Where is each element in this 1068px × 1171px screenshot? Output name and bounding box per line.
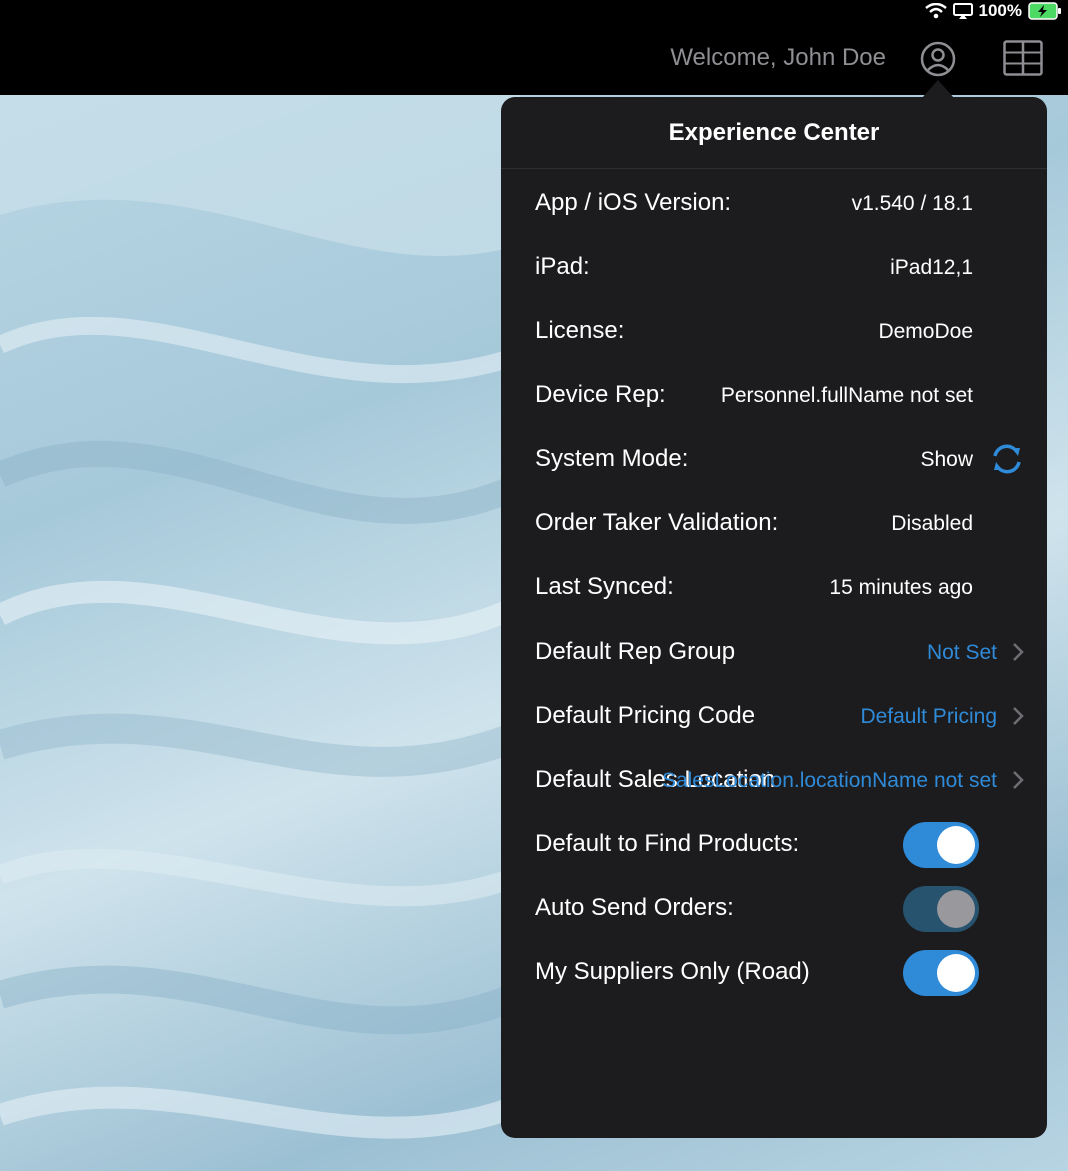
row-value: Disabled: [891, 512, 973, 535]
grid-layout-icon[interactable]: [1003, 40, 1043, 76]
row-value: 15 minutes ago: [829, 576, 973, 599]
row-label: Auto Send Orders:: [535, 894, 734, 921]
row-value[interactable]: Default Pricing: [860, 705, 997, 729]
row-label: Order Taker Validation:: [535, 509, 779, 536]
status-bar: 100%: [0, 0, 1068, 22]
experience-center-popover: Experience Center App / iOS Version: v1.…: [501, 97, 1047, 1138]
row-value: Personnel.fullName not set: [720, 384, 973, 407]
battery-charging-icon: [1028, 2, 1061, 20]
default-find-products-toggle[interactable]: [903, 822, 979, 868]
row-label: iPad:: [535, 253, 590, 280]
default-sales-location-row[interactable]: Default Sales Location SalesLocation.loc…: [535, 760, 1025, 800]
last-synced-row: Last Synced: 15 minutes ago: [535, 567, 1025, 607]
my-suppliers-only-row: My Suppliers Only (Road): [535, 950, 1025, 996]
app-version-row: App / iOS Version: v1.540 / 18.1: [535, 183, 1025, 223]
popover-title: Experience Center: [501, 97, 1047, 169]
row-value: Show: [920, 448, 973, 471]
row-label: System Mode:: [535, 445, 689, 472]
toggle-knob: [937, 826, 975, 864]
battery-percent: 100%: [978, 1, 1022, 20]
toggle-knob: [937, 890, 975, 928]
row-label: App / iOS Version:: [535, 189, 732, 216]
default-pricing-code-row[interactable]: Default Pricing Code Default Pricing: [535, 696, 1025, 736]
device-rep-row: Device Rep: Personnel.fullName not set: [535, 375, 1025, 415]
system-mode-row: System Mode: Show: [535, 439, 1025, 479]
row-value[interactable]: SalesLocation.locationName not set: [662, 769, 997, 793]
row-value[interactable]: Not Set: [927, 641, 997, 665]
row-value: iPad12,1: [890, 256, 973, 279]
popover-arrow: [922, 80, 954, 98]
row-value: v1.540 / 18.1: [851, 192, 973, 215]
ipad-row: iPad: iPad12,1: [535, 247, 1025, 287]
row-label: License:: [535, 317, 625, 344]
welcome-text: Welcome, John Doe: [670, 44, 886, 71]
user-account-icon[interactable]: [919, 40, 957, 78]
row-value: DemoDoe: [878, 320, 973, 343]
license-row: License: DemoDoe: [535, 311, 1025, 351]
default-rep-group-row[interactable]: Default Rep Group Not Set: [535, 632, 1025, 672]
my-suppliers-only-toggle[interactable]: [903, 950, 979, 996]
row-label: Device Rep:: [535, 381, 666, 408]
sync-icon[interactable]: [989, 442, 1025, 476]
chevron-right-icon: [1013, 707, 1024, 725]
chevron-right-icon: [1013, 643, 1024, 661]
row-label: Default Pricing Code: [535, 702, 756, 729]
row-label: Default Rep Group: [535, 638, 736, 665]
top-navigation-bar: Welcome, John Doe: [0, 22, 1068, 95]
default-find-products-row: Default to Find Products:: [535, 822, 1025, 868]
airplay-icon: [952, 3, 973, 19]
toggle-knob: [937, 954, 975, 992]
row-label: Default to Find Products:: [535, 830, 800, 857]
order-taker-validation-row: Order Taker Validation: Disabled: [535, 503, 1025, 543]
wifi-icon: [924, 3, 947, 19]
row-label: My Suppliers Only (Road): [535, 958, 810, 985]
auto-send-orders-toggle[interactable]: [903, 886, 979, 932]
auto-send-orders-row: Auto Send Orders:: [535, 886, 1025, 932]
chevron-right-icon: [1013, 771, 1024, 789]
row-label: Last Synced:: [535, 573, 674, 600]
